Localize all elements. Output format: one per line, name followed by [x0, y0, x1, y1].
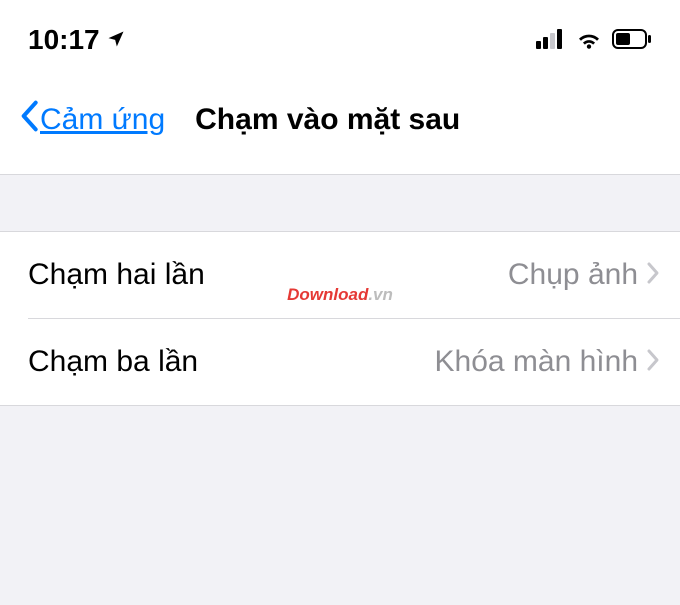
double-tap-row[interactable]: Chạm hai lần Chụp ảnh: [0, 232, 680, 318]
chevron-right-icon: [646, 348, 660, 377]
status-right: [536, 24, 652, 56]
row-right: Khóa màn hình: [435, 345, 660, 379]
status-bar: 10:17: [0, 0, 680, 74]
battery-icon: [612, 24, 652, 56]
double-tap-value: Chụp ảnh: [508, 258, 638, 292]
status-left: 10:17: [28, 24, 126, 56]
wifi-icon: [576, 24, 602, 56]
row-right: Chụp ảnh: [508, 258, 660, 292]
back-button[interactable]: Cảm ứng: [18, 100, 165, 140]
nav-header: Cảm ứng Chạm vào mặt sau: [0, 74, 680, 174]
triple-tap-label: Chạm ba lần: [28, 345, 198, 379]
chevron-right-icon: [646, 261, 660, 290]
cellular-signal-icon: [536, 24, 566, 56]
double-tap-label: Chạm hai lần: [28, 258, 205, 292]
section-gap-bottom: [0, 405, 680, 605]
chevron-left-icon: [18, 100, 40, 140]
settings-list: Chạm hai lần Chụp ảnh Chạm ba lần Khóa m…: [0, 232, 680, 405]
page-title: Chạm vào mặt sau: [195, 103, 460, 137]
status-time: 10:17: [28, 24, 100, 56]
back-label: Cảm ứng: [40, 103, 165, 137]
triple-tap-value: Khóa màn hình: [435, 345, 638, 379]
triple-tap-row[interactable]: Chạm ba lần Khóa màn hình: [0, 319, 680, 405]
location-arrow-icon: [106, 24, 126, 56]
section-gap-top: [0, 174, 680, 232]
